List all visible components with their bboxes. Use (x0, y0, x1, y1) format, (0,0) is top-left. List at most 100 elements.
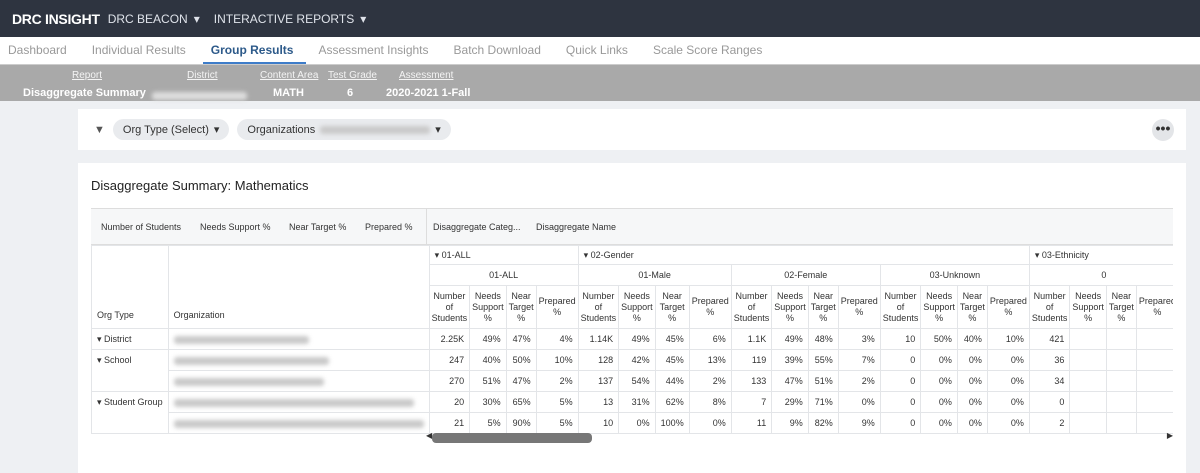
table-row: ▾ District 2.25K 49% 47% 4% 1.14K 49% 45% 6% 1.1K… (91, 328, 1173, 350)
caret-down-icon: ▾ (435, 124, 441, 136)
scrollbar-thumb[interactable] (432, 433, 592, 443)
field-disaggregate-category[interactable]: Disaggregate Categ... (433, 222, 521, 232)
data-cell: 13% (688, 349, 732, 371)
data-cell: 49% (469, 328, 507, 350)
column-header[interactable]: Needs Support % (1069, 285, 1107, 329)
org-type-label: District (104, 333, 132, 344)
category-label: 02-Gender (590, 249, 634, 260)
column-header[interactable]: Near Target % (807, 285, 839, 329)
org-type-header[interactable]: Org Type (91, 245, 169, 329)
data-cell: 0% (986, 391, 1030, 413)
scroll-right-icon[interactable]: ▶ (1167, 431, 1173, 440)
chip-label: Organizations (247, 123, 316, 136)
column-header[interactable]: Number of Students (730, 285, 773, 329)
column-header[interactable]: Near Target % (505, 285, 537, 329)
crumb-content-area[interactable]: Content Area (260, 70, 318, 81)
data-cell: 50% (505, 349, 537, 371)
crumb-district[interactable]: District (187, 70, 218, 81)
data-cell: 42% (618, 349, 656, 371)
data-cell: 10 (879, 328, 922, 350)
horizontal-scrollbar[interactable]: ◀ ▶ (426, 431, 1173, 443)
column-header[interactable]: Needs Support % (920, 285, 958, 329)
drc-beacon-menu[interactable]: DRC BEACON ▾ (108, 12, 200, 26)
column-header[interactable]: Prepared % (986, 285, 1030, 329)
field-number-of-students[interactable]: Number of Students (101, 222, 181, 232)
column-header[interactable]: Near Target % (956, 285, 988, 329)
data-cell: 49% (771, 328, 809, 350)
data-cell: 40% (469, 349, 507, 371)
org-type-cell (91, 412, 169, 434)
table-row: ▾ Student Group 20 30% 65% 5% 13 31% 62% 8% 7 29% 7… (91, 391, 1173, 413)
field-near-target[interactable]: Near Target % (289, 222, 346, 232)
data-cell: 0% (986, 349, 1030, 371)
field-disaggregate-name[interactable]: Disaggregate Name (536, 222, 616, 232)
data-cell: 62% (654, 391, 690, 413)
column-header[interactable]: Needs Support % (771, 285, 809, 329)
organization-cell-redacted (167, 370, 430, 392)
org-type-cell[interactable]: ▾ District (91, 328, 169, 350)
tab-group-results[interactable]: Group Results (202, 43, 307, 64)
data-cell: 39% (771, 349, 809, 371)
crumb-assessment[interactable]: Assessment (399, 70, 453, 81)
column-header[interactable]: Needs Support % (618, 285, 656, 329)
organizations-value-redacted (320, 125, 431, 134)
organization-header[interactable]: Organization (167, 245, 430, 329)
organization-cell-redacted (167, 391, 430, 413)
report-card: Disaggregate Summary: Mathematics Number… (78, 163, 1186, 473)
column-header[interactable]: Number of Students (577, 285, 620, 329)
category-header[interactable]: ▾ 02-Gender (577, 245, 1030, 265)
tab-quick-links[interactable]: Quick Links (558, 43, 641, 64)
data-cell: 2% (688, 370, 732, 392)
subgroup-header: 01-ALL (428, 264, 579, 286)
tab-scale-score-ranges[interactable]: Scale Score Ranges (645, 43, 775, 64)
field-needs-support[interactable]: Needs Support % (200, 222, 271, 232)
data-cell: 2.25K (428, 328, 471, 350)
tab-dashboard[interactable]: Dashboard (0, 43, 80, 64)
filter-icon: ▼ (94, 123, 105, 136)
column-header[interactable]: Number of Students (1028, 285, 1071, 329)
organizations-filter[interactable]: Organizations ▾ (237, 119, 451, 140)
column-header[interactable]: Prepared % (688, 285, 732, 329)
assessment-value: 2020-2021 1-Fall (386, 87, 471, 99)
org-type-cell[interactable]: ▾ Student Group (91, 391, 169, 413)
data-cell: 51% (469, 370, 507, 392)
column-header[interactable]: Prepared % (1135, 285, 1173, 329)
data-cell: 20 (428, 391, 471, 413)
tab-batch-download[interactable]: Batch Download (446, 43, 554, 64)
tab-assessment-insights[interactable]: Assessment Insights (310, 43, 441, 64)
interactive-reports-menu[interactable]: INTERACTIVE REPORTS ▾ (214, 12, 367, 26)
data-cell: 7% (837, 349, 881, 371)
category-label: 03-Ethnicity (1041, 249, 1089, 260)
crumb-test-grade[interactable]: Test Grade (328, 70, 377, 81)
data-cell: 47% (505, 328, 537, 350)
subgroup-header: 02-Female (730, 264, 881, 286)
data-cell: 47% (771, 370, 809, 392)
data-cell: 65% (505, 391, 537, 413)
column-header[interactable]: Near Target % (654, 285, 690, 329)
data-cell: 49% (618, 328, 656, 350)
category-header[interactable]: ▾ 01-ALL (428, 245, 579, 265)
category-header[interactable]: ▾ 03-Ethnicity (1028, 245, 1173, 265)
column-header[interactable]: Number of Students (879, 285, 922, 329)
column-header[interactable]: Prepared % (837, 285, 881, 329)
data-cell: 2% (535, 370, 579, 392)
org-type-filter[interactable]: Org Type (Select) ▾ (112, 119, 230, 140)
data-cell: 10% (986, 328, 1030, 350)
subgroup-header: 0 (1028, 264, 1173, 286)
data-cell: 0% (956, 349, 988, 371)
column-header[interactable]: Near Target % (1105, 285, 1137, 329)
data-cell: 0% (956, 370, 988, 392)
field-prepared[interactable]: Prepared % (365, 222, 413, 232)
crumb-report[interactable]: Report (72, 70, 102, 81)
tab-individual-results[interactable]: Individual Results (84, 43, 199, 64)
filter-bar: ▼ Org Type (Select) ▾ Organizations ▾ ••• (78, 109, 1186, 150)
more-options-button[interactable]: ••• (1152, 119, 1174, 141)
column-header[interactable]: Number of Students (428, 285, 471, 329)
column-header[interactable]: Prepared % (535, 285, 579, 329)
column-header[interactable]: Needs Support % (469, 285, 507, 329)
org-type-cell[interactable]: ▾ School (91, 349, 169, 371)
data-cell: 133 (730, 370, 773, 392)
data-cell: 13 (577, 391, 620, 413)
data-cell: 45% (654, 328, 690, 350)
org-type-label: School (104, 354, 132, 365)
